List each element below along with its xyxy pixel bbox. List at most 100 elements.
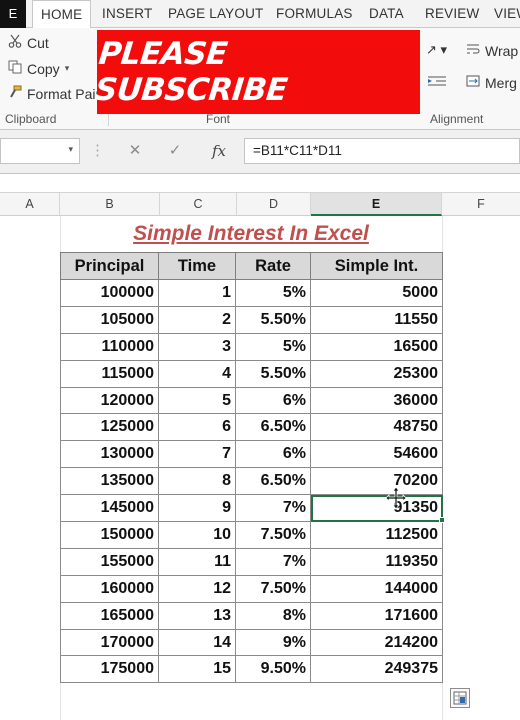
cell-time[interactable]: 4 (158, 359, 236, 388)
cell-time[interactable]: 5 (158, 386, 236, 415)
cell-time[interactable]: 13 (158, 601, 236, 630)
cancel-entry-icon[interactable]: ✕ (116, 138, 154, 164)
cell-principal[interactable]: 110000 (60, 332, 159, 361)
cut-button[interactable]: Cut (8, 34, 49, 51)
cell-principal[interactable]: 175000 (60, 655, 159, 684)
cell-rate[interactable]: 5% (235, 332, 311, 361)
wrap-text-button[interactable]: Wrap (466, 42, 518, 59)
tab-home[interactable]: HOME (32, 0, 92, 29)
cell-rate[interactable]: 9.50% (235, 655, 311, 684)
cell-rate[interactable]: 6% (235, 440, 311, 469)
cell-simple-interest[interactable]: 144000 (310, 574, 443, 603)
merge-center-button[interactable]: Merg (466, 74, 517, 91)
tab-insert[interactable]: INSERT (102, 0, 152, 28)
tab-file[interactable]: E (0, 0, 26, 28)
cell-rate[interactable]: 5.50% (235, 359, 311, 388)
cell-principal[interactable]: 105000 (60, 305, 159, 334)
cell-principal[interactable]: 115000 (60, 359, 159, 388)
cell-rate[interactable]: 6.50% (235, 467, 311, 496)
insert-function-button[interactable]: fx (198, 138, 240, 164)
cell-time[interactable]: 11 (158, 547, 236, 576)
cell-rate[interactable]: 6% (235, 386, 311, 415)
column-header-a[interactable]: A (0, 193, 60, 216)
cell-rate[interactable]: 5.50% (235, 305, 311, 334)
cell-rate[interactable]: 7.50% (235, 521, 311, 549)
cell-time[interactable]: 15 (158, 655, 236, 684)
cell-rate[interactable]: 9% (235, 628, 311, 657)
cell-rate[interactable]: 8% (235, 601, 311, 630)
tab-data[interactable]: DATA (369, 0, 404, 28)
confirm-entry-icon[interactable]: ✓ (156, 138, 194, 164)
cell-principal[interactable]: 150000 (60, 521, 159, 549)
tab-page-layout[interactable]: PAGE LAYOUT (168, 0, 263, 28)
cell-rate[interactable]: 7% (235, 494, 311, 523)
cell-simple-interest[interactable]: 16500 (310, 332, 443, 361)
cell-simple-interest[interactable]: 11550 (310, 305, 443, 334)
cell-time[interactable]: 6 (158, 413, 236, 442)
cell-rate[interactable]: 7% (235, 547, 311, 576)
cell-principal[interactable]: 120000 (60, 386, 159, 415)
wrap-text-icon (466, 42, 480, 59)
cell-principal[interactable]: 170000 (60, 628, 159, 657)
header-simple-interest[interactable]: Simple Int. (310, 252, 443, 280)
cell-principal[interactable]: 155000 (60, 547, 159, 576)
sheet-title[interactable]: Simple Interest In Excel (60, 222, 442, 246)
cell-time[interactable]: 14 (158, 628, 236, 657)
cell-principal[interactable]: 100000 (60, 279, 159, 307)
table-row: 105000 2 5.50% 11550 (60, 305, 443, 334)
cell-simple-interest[interactable]: 171600 (310, 601, 443, 630)
indent-icon (426, 74, 448, 91)
cell-simple-interest[interactable]: 70200 (310, 467, 443, 496)
cell-principal[interactable]: 135000 (60, 467, 159, 496)
quick-analysis-icon[interactable] (450, 688, 470, 708)
cell-simple-interest[interactable]: 5000 (310, 279, 443, 307)
cell-simple-interest[interactable]: 112500 (310, 521, 443, 549)
cell-time[interactable]: 2 (158, 305, 236, 334)
header-rate[interactable]: Rate (235, 252, 311, 280)
cell-simple-interest[interactable]: 214200 (310, 628, 443, 657)
cell-simple-interest[interactable]: 48750 (310, 413, 443, 442)
cell-time[interactable]: 3 (158, 332, 236, 361)
copy-dropdown-icon[interactable]: ▾ (65, 63, 70, 74)
cell-principal[interactable]: 125000 (60, 413, 159, 442)
cell-principal[interactable]: 160000 (60, 574, 159, 603)
cell-simple-interest[interactable]: 249375 (310, 655, 443, 684)
cell-simple-interest[interactable]: 36000 (310, 386, 443, 415)
indent-button[interactable] (426, 74, 448, 91)
cell-rate[interactable]: 5% (235, 279, 311, 307)
orientation-button[interactable]: ↗ ▾ (426, 42, 447, 58)
cell-time[interactable]: 1 (158, 279, 236, 307)
header-time[interactable]: Time (158, 252, 236, 280)
cell-time[interactable]: 7 (158, 440, 236, 469)
copy-button[interactable]: Copy ▾ (8, 60, 69, 77)
cell-time[interactable]: 12 (158, 574, 236, 603)
cell-simple-interest[interactable]: 25300 (310, 359, 443, 388)
column-header-d[interactable]: D (237, 193, 311, 216)
format-painter-button[interactable]: Format Pain (8, 85, 103, 102)
column-header-e[interactable]: E (311, 193, 442, 216)
column-header-f[interactable]: F (442, 193, 520, 216)
column-header-c[interactable]: C (160, 193, 237, 216)
cell-rate[interactable]: 7.50% (235, 574, 311, 603)
tab-review[interactable]: REVIEW (425, 0, 479, 28)
header-principal[interactable]: Principal (60, 252, 159, 280)
name-box[interactable]: ▾ (0, 138, 80, 164)
name-box-dropdown-icon[interactable]: ▾ (68, 144, 73, 155)
cell-time[interactable]: 8 (158, 467, 236, 496)
cell-simple-interest[interactable]: 54600 (310, 440, 443, 469)
cell-simple-interest[interactable]: 119350 (310, 547, 443, 576)
copy-label: Copy (27, 60, 60, 77)
cell-principal[interactable]: 130000 (60, 440, 159, 469)
formula-input[interactable]: =B11*C11*D11 (244, 138, 520, 164)
cell-time[interactable]: 10 (158, 521, 236, 549)
tab-view[interactable]: VIEW (494, 0, 520, 28)
column-header-b[interactable]: B (60, 193, 160, 216)
fill-handle[interactable] (439, 517, 445, 523)
cell-time[interactable]: 9 (158, 494, 236, 523)
subscribe-banner: PLEASE SUBSCRIBE (93, 30, 420, 114)
cell-principal[interactable]: 165000 (60, 601, 159, 630)
tab-formulas[interactable]: FORMULAS (276, 0, 353, 28)
cell-principal[interactable]: 145000 (60, 494, 159, 523)
active-cell[interactable]: 91350 (310, 494, 443, 523)
cell-rate[interactable]: 6.50% (235, 413, 311, 442)
